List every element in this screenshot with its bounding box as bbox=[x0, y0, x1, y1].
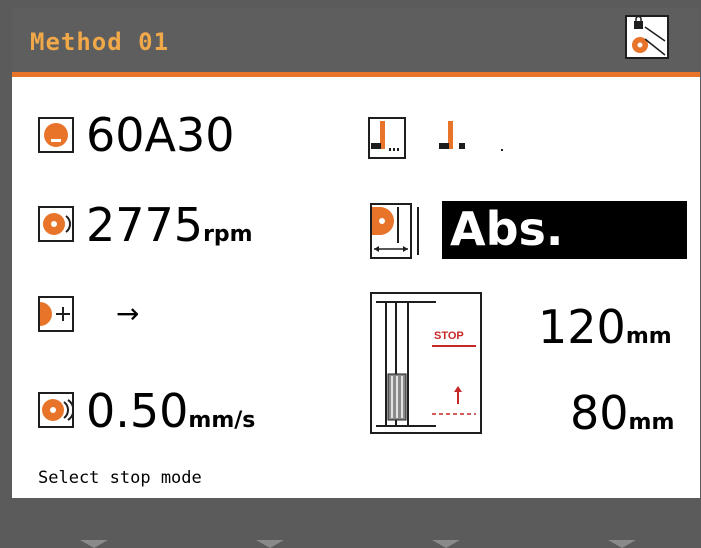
dressing-icon[interactable] bbox=[368, 117, 508, 163]
stop-upper-value[interactable]: 120mm bbox=[538, 304, 672, 360]
direction-arrow[interactable]: → bbox=[116, 297, 139, 330]
status-message: Select stop mode bbox=[38, 468, 202, 488]
stop-label: STOP bbox=[434, 330, 464, 342]
feed-value[interactable]: 0.50mm/s bbox=[86, 388, 255, 444]
wheel-spec[interactable]: 60A30 bbox=[86, 112, 235, 158]
stop-lower-value[interactable]: 80mm bbox=[570, 390, 674, 446]
screen: Method 01 60A30 2775rpm → 0.50mm/s Abs. … bbox=[0, 0, 701, 548]
stop-mode-icon: STOP bbox=[370, 292, 482, 434]
stop-mode-value: Abs. bbox=[450, 202, 564, 256]
spinning-wheel-icon bbox=[38, 206, 74, 242]
softkey-1[interactable] bbox=[80, 540, 108, 548]
speed-value[interactable]: 2775rpm bbox=[86, 202, 253, 258]
softkey-2[interactable] bbox=[256, 540, 284, 548]
wheel-icon bbox=[38, 117, 74, 153]
wheel-move-icon bbox=[38, 296, 74, 332]
lock-wheel-icon[interactable] bbox=[625, 15, 669, 59]
softkey-4[interactable] bbox=[608, 540, 636, 548]
softkey-3[interactable] bbox=[432, 540, 460, 548]
feed-wheel-icon bbox=[38, 392, 75, 428]
wheel-measure-icon bbox=[370, 203, 432, 259]
method-title: Method 01 bbox=[30, 28, 170, 56]
